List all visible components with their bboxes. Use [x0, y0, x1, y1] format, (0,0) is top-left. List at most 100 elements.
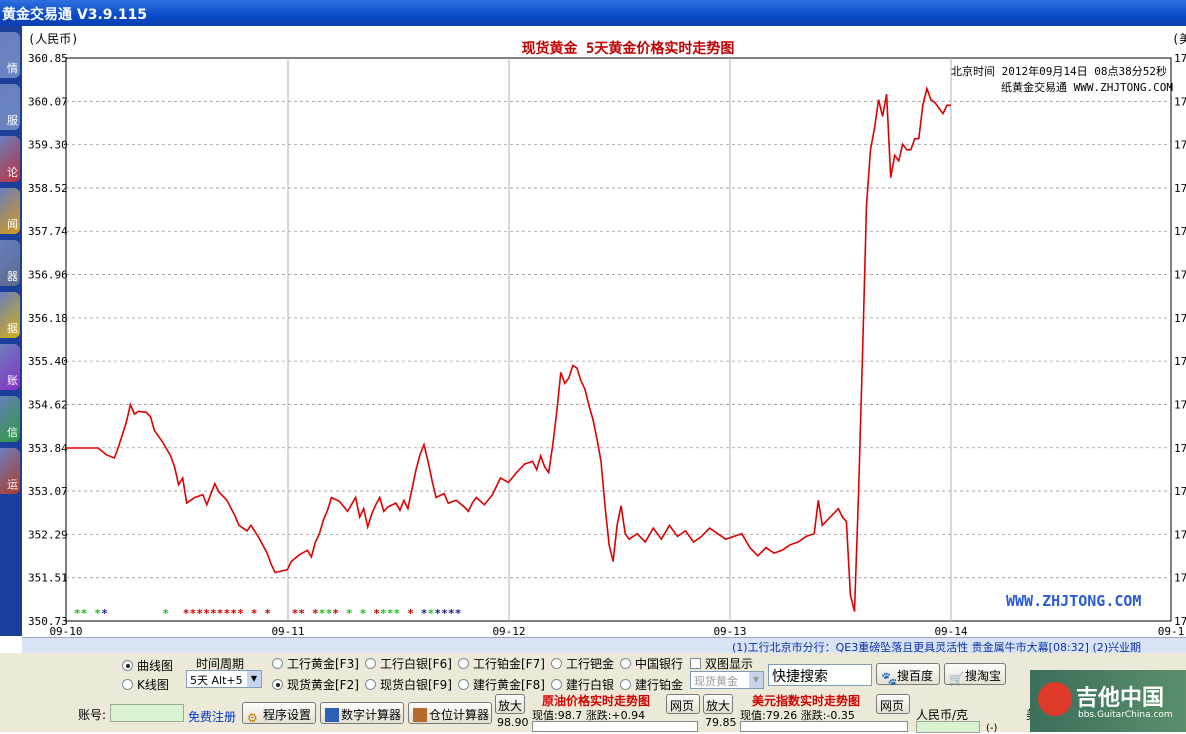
- signal-marker: *: [380, 607, 387, 620]
- signal-marker: *: [210, 607, 217, 620]
- radio-icon[interactable]: [272, 679, 283, 690]
- paw-icon: 🐾: [881, 672, 898, 687]
- radio-icon[interactable]: [365, 679, 376, 690]
- signal-marker: *: [196, 607, 203, 620]
- signal-marker: *: [421, 607, 428, 620]
- sidebar-item-service-icon[interactable]: 服: [0, 84, 20, 130]
- signal-marker: *: [455, 607, 462, 620]
- calculator-icon: [325, 708, 339, 722]
- signal-marker: *: [326, 607, 333, 620]
- y-tick-label: 356.96: [28, 269, 68, 282]
- y-tick-label: 353.84: [28, 442, 68, 455]
- radio-icon[interactable]: [620, 658, 631, 669]
- search-baidu-button[interactable]: 🐾搜百度: [876, 663, 940, 687]
- product-option-boc[interactable]: 中国银行: [620, 655, 683, 672]
- signal-marker: *: [264, 607, 271, 620]
- signal-marker: *: [203, 607, 210, 620]
- y-tick-label: 351.51: [28, 572, 68, 585]
- news-ticker-text[interactable]: (1)工行北京市分行：QE3重磅坠落且更具灵活性 贵金属牛市大幕[08:32] …: [732, 641, 1141, 653]
- price-chart: (人民币) (美 现货黄金 5天黄金价格实时走势图 360.85 17 360.07…: [22, 26, 1186, 636]
- sidebar-item-news-icon[interactable]: 闻: [0, 188, 20, 234]
- chevron-down-icon[interactable]: ▼: [247, 671, 261, 687]
- y-tick-label: 357.74: [28, 225, 68, 238]
- signal-marker: *: [162, 607, 169, 620]
- radio-icon[interactable]: [620, 679, 631, 690]
- radio-icon[interactable]: [122, 660, 133, 671]
- x-tick-label: 09-13: [713, 625, 746, 636]
- x-tick-label: 09-14: [934, 625, 967, 636]
- signal-marker: *: [312, 607, 319, 620]
- product-option-icbc-platinum[interactable]: 工行铂金[F7]: [458, 655, 545, 672]
- right-tick-label: 17: [1174, 52, 1186, 65]
- radio-icon[interactable]: [272, 658, 283, 669]
- settings-button[interactable]: ⚙ 程序设置: [242, 702, 316, 725]
- dual-product-select[interactable]: 现货黄金 ▼: [690, 671, 764, 689]
- signal-marker: *: [230, 607, 237, 620]
- oil-webpage-button[interactable]: 网页: [666, 694, 700, 714]
- product-option-icbc-silver[interactable]: 工行白银[F6]: [365, 655, 452, 672]
- search-taobao-button[interactable]: 🛒搜淘宝: [944, 663, 1006, 686]
- oil-axis-value: 98.90: [497, 716, 529, 729]
- news-ticker[interactable]: (1)工行北京市分行：QE3重磅坠落且更具灵活性 贵金属牛市大幕[08:32] …: [22, 637, 1186, 653]
- y-tick-label: 358.52: [28, 182, 68, 195]
- product-option-ccb-platinum[interactable]: 建行铂金: [620, 676, 683, 693]
- y-tick-label: 359.30: [28, 139, 68, 152]
- sidebar-item-forum-icon[interactable]: 论: [0, 136, 20, 182]
- guitar-logo-icon: [1038, 682, 1072, 716]
- oil-zoom-button[interactable]: 放大: [495, 694, 525, 714]
- radio-icon[interactable]: [551, 658, 562, 669]
- chart-brand: 纸黄金交易通 WWW.ZHJTONG.COM: [1001, 80, 1173, 94]
- right-tick-label: 17: [1174, 95, 1186, 108]
- watermark-logo: 吉他中国 bbs.GuitarChina.com: [1030, 670, 1186, 732]
- signal-marker: *: [346, 607, 353, 620]
- right-tick-label: 17: [1174, 485, 1186, 498]
- y-axis-unit-label: (人民币): [28, 32, 78, 46]
- radio-icon[interactable]: [458, 658, 469, 669]
- radio-icon[interactable]: [458, 679, 469, 690]
- y-tick-label: 352.29: [28, 528, 68, 541]
- radio-icon[interactable]: [551, 679, 562, 690]
- radio-icon[interactable]: [122, 679, 133, 690]
- signal-marker: *: [434, 607, 441, 620]
- product-option-icbc-palladium[interactable]: 工行钯金: [551, 655, 614, 672]
- product-option-spot-silver[interactable]: 现货白银[F9]: [365, 676, 452, 693]
- product-option-ccb-silver[interactable]: 建行白银: [551, 676, 614, 693]
- calculator-icon: [413, 708, 427, 722]
- logo-subtext: bbs.GuitarChina.com: [1078, 710, 1173, 720]
- quick-search-input[interactable]: 快捷搜索: [768, 664, 872, 686]
- signal-marker: *: [448, 607, 455, 620]
- period-select[interactable]: 5天 Alt+5 ▼: [186, 670, 262, 688]
- sidebar-item-gold-bar-icon[interactable]: 情: [0, 32, 20, 78]
- y-tick-label: 360.85: [28, 52, 68, 65]
- product-option-icbc-gold[interactable]: 工行黄金[F3]: [272, 655, 359, 672]
- signal-marker: *: [428, 607, 435, 620]
- sidebar-item-account-icon[interactable]: 账: [0, 344, 20, 390]
- account-input[interactable]: [110, 704, 184, 722]
- signal-marker: *: [237, 607, 244, 620]
- chart-timestamp: 北京时间 2012年09月14日 08点38分52秒: [951, 64, 1167, 78]
- product-option-ccb-gold[interactable]: 建行黄金[F8]: [458, 676, 545, 693]
- chevron-down-icon[interactable]: ▼: [749, 672, 763, 688]
- sidebar-item-tools-icon[interactable]: 器: [0, 240, 20, 286]
- checkbox-icon[interactable]: [690, 658, 701, 669]
- register-link[interactable]: 免费注册: [188, 708, 236, 725]
- radio-icon[interactable]: [365, 658, 376, 669]
- signal-marker: *: [101, 607, 108, 620]
- curve-chart-option[interactable]: 曲线图: [122, 657, 173, 674]
- sidebar-item-data-icon[interactable]: 据: [0, 292, 20, 338]
- signal-marker: *: [319, 607, 326, 620]
- position-calculator-button[interactable]: 仓位计算器: [408, 702, 492, 724]
- sidebar-item-message-icon[interactable]: 信: [0, 396, 20, 442]
- usd-mini-chart: [740, 721, 908, 732]
- dual-display-checkbox[interactable]: 双图显示: [690, 655, 753, 672]
- control-panel: 曲线图 K线图 时间周期 5天 Alt+5 ▼ 工行黄金[F3] 工行白银[F6…: [0, 653, 1186, 734]
- signal-marker: *: [394, 607, 401, 620]
- product-option-spot-gold[interactable]: 现货黄金[F2]: [272, 676, 359, 693]
- usd-webpage-button[interactable]: 网页: [876, 694, 910, 714]
- calculator-button[interactable]: 数字计算器: [320, 702, 404, 724]
- sidebar-item-fortune-icon[interactable]: 运: [0, 448, 20, 494]
- usd-zoom-button[interactable]: 放大: [703, 694, 733, 714]
- kline-chart-option[interactable]: K线图: [122, 676, 169, 693]
- signal-marker: *: [360, 607, 367, 620]
- gear-icon: ⚙: [247, 711, 258, 725]
